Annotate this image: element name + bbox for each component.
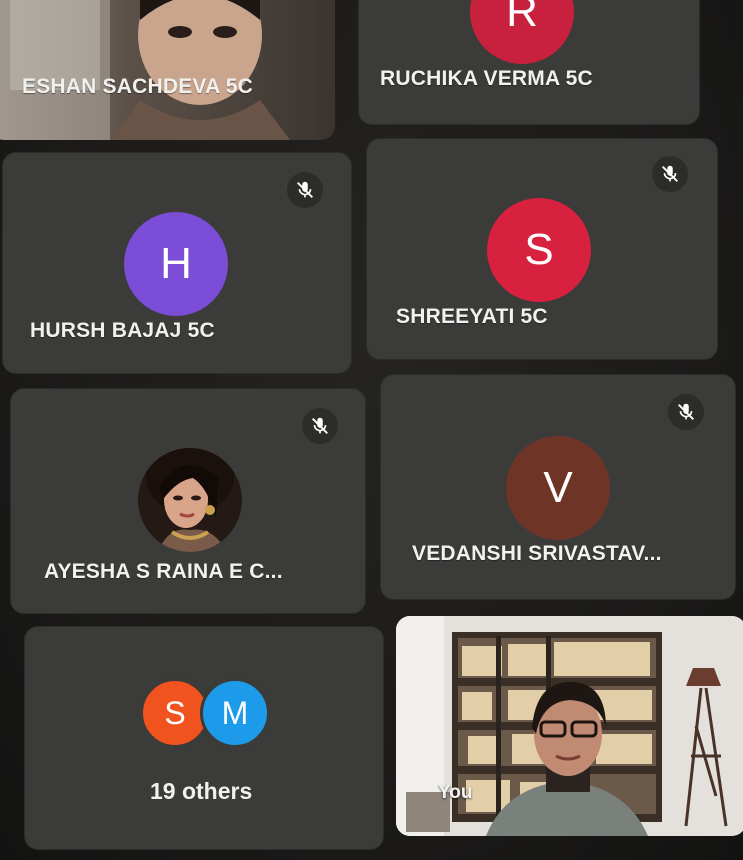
participant-name: AYESHA S RAINA E C... <box>44 560 283 583</box>
participant-tile-hursh[interactable]: H HURSH BAJAJ 5C <box>2 152 352 374</box>
others-count-label: 19 others <box>150 778 253 804</box>
participant-tile-ayesha[interactable]: AYESHA S RAINA E C... <box>10 388 366 614</box>
participant-avatar: H <box>124 212 228 316</box>
mute-indicator <box>302 408 338 444</box>
self-label: You <box>438 782 473 803</box>
participant-name: VEDANSHI SRIVASTAV... <box>412 542 662 565</box>
avatar-initial: M <box>221 694 249 731</box>
microphone-off-icon <box>312 417 328 434</box>
microphone-off-icon <box>662 165 678 182</box>
participant-tile-vedanshi[interactable]: V VEDANSHI SRIVASTAV... <box>380 374 736 600</box>
participant-video-feed <box>0 0 335 140</box>
participant-tile-ruchika[interactable]: R RUCHIKA VERMA 5C <box>358 0 700 125</box>
participant-name: RUCHIKA VERMA 5C <box>380 67 593 90</box>
participant-name: SHREEYATI 5C <box>396 305 548 328</box>
avatar-initial: S <box>164 694 186 731</box>
participant-name: HURSH BAJAJ 5C <box>30 319 215 342</box>
mute-indicator <box>652 156 688 192</box>
participant-avatar: R <box>470 0 574 64</box>
participant-tile-shreeyati[interactable]: S SHREEYATI 5C <box>366 138 718 360</box>
avatar-initial: V <box>543 463 573 512</box>
others-tile[interactable]: S M 19 others <box>24 626 384 850</box>
avatar-initial: R <box>506 0 538 36</box>
participant-tile-eshan[interactable]: ESHAN SACHDEVA 5C <box>0 0 335 140</box>
participant-avatar: V <box>506 436 610 540</box>
participant-photo-avatar <box>138 448 242 552</box>
participant-avatar: S <box>487 198 591 302</box>
mute-indicator <box>668 394 704 430</box>
mute-indicator <box>287 172 323 208</box>
others-avatar: M <box>200 678 270 748</box>
profile-photo <box>138 448 242 552</box>
meeting-grid: ESHAN SACHDEVA 5C R RUCHIKA VERMA 5C H H… <box>0 0 743 860</box>
microphone-off-icon <box>678 403 694 420</box>
avatar-initial: H <box>160 239 192 288</box>
participant-name: ESHAN SACHDEVA 5C <box>22 75 253 98</box>
microphone-off-icon <box>297 181 313 198</box>
avatar-initial: S <box>524 225 554 274</box>
self-video-tile[interactable]: You <box>396 616 743 836</box>
